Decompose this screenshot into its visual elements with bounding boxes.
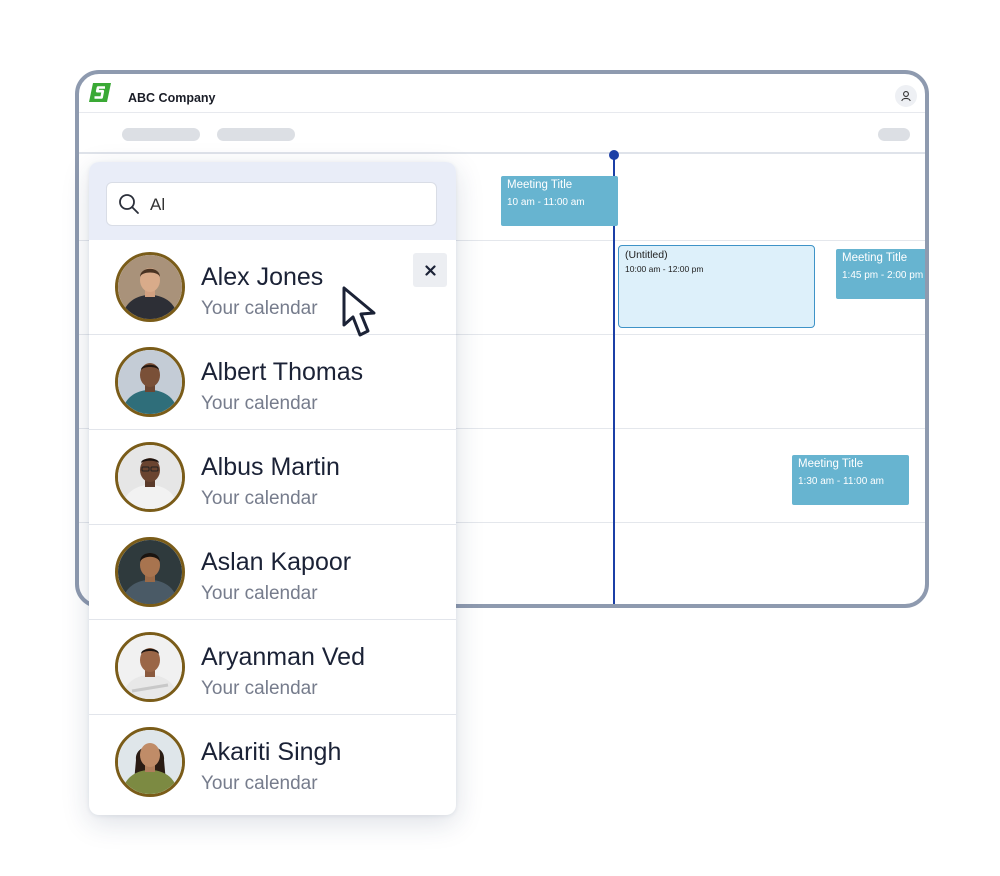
avatar	[115, 727, 185, 797]
calendar-event[interactable]: Meeting Title 1:30 am - 11:00 am	[792, 455, 909, 505]
event-title: Meeting Title	[842, 252, 908, 264]
avatar	[115, 632, 185, 702]
event-title: Meeting Title	[798, 458, 864, 470]
event-time: 1:30 am - 11:00 am	[798, 476, 884, 487]
person-name: Albus Martin	[201, 453, 340, 481]
avatar	[115, 537, 185, 607]
person-name: Aryanman Ved	[201, 643, 365, 671]
avatar	[115, 347, 185, 417]
calendar-event-untitled[interactable]: (Untitled) 10:00 am - 12:00 pm	[618, 245, 815, 328]
person-name: Aslan Kapoor	[201, 548, 352, 576]
person-name: Albert Thomas	[201, 358, 364, 386]
calendar-search-panel: Alex Jones Your calendar Albert Thomas Y…	[89, 162, 456, 815]
app-title: ABC Company	[128, 91, 216, 105]
list-item[interactable]: Akariti Singh Your calendar	[89, 715, 456, 810]
calendar-event[interactable]: Meeting Title 1:45 pm - 2:00 pm	[836, 249, 925, 299]
remove-button[interactable]	[413, 253, 447, 287]
calendar-toolbar	[79, 113, 925, 154]
company-logo	[89, 83, 111, 102]
people-list: Alex Jones Your calendar Albert Thomas Y…	[89, 240, 456, 810]
current-time-marker	[609, 150, 619, 160]
person-subtitle: Your calendar	[201, 678, 318, 699]
avatar	[115, 252, 185, 322]
close-icon	[424, 264, 436, 276]
toolbar-placeholder-2[interactable]	[217, 128, 295, 141]
event-time: 10:00 am - 12:00 pm	[625, 264, 704, 274]
list-item[interactable]: Albus Martin Your calendar	[89, 430, 456, 525]
list-item[interactable]: Albert Thomas Your calendar	[89, 335, 456, 430]
avatar	[115, 442, 185, 512]
calendar-event[interactable]: Meeting Title 10 am - 11:00 am	[501, 176, 618, 226]
event-time: 10 am - 11:00 am	[507, 197, 585, 208]
person-name: Alex Jones	[201, 263, 324, 291]
title-bar: ABC Company	[79, 74, 925, 113]
list-item[interactable]: Alex Jones Your calendar	[89, 240, 456, 335]
list-item[interactable]: Aslan Kapoor Your calendar	[89, 525, 456, 620]
search-icon	[119, 194, 139, 214]
event-title: (Untitled)	[625, 249, 668, 261]
search-box[interactable]	[106, 182, 437, 226]
mouse-pointer-icon	[342, 286, 376, 337]
search-input[interactable]	[148, 192, 422, 218]
person-name: Akariti Singh	[201, 738, 342, 766]
person-subtitle: Your calendar	[201, 393, 318, 414]
user-icon	[901, 91, 911, 102]
search-area	[89, 162, 456, 240]
person-subtitle: Your calendar	[201, 583, 318, 604]
person-subtitle: Your calendar	[201, 773, 318, 794]
person-subtitle: Your calendar	[201, 298, 318, 319]
toolbar-placeholder-1[interactable]	[122, 128, 200, 141]
toolbar-placeholder-3[interactable]	[878, 128, 910, 141]
user-menu-button[interactable]	[895, 85, 917, 107]
person-subtitle: Your calendar	[201, 488, 318, 509]
list-item[interactable]: Aryanman Ved Your calendar	[89, 620, 456, 715]
event-time: 1:45 pm - 2:00 pm	[842, 270, 924, 281]
event-title: Meeting Title	[507, 179, 573, 191]
